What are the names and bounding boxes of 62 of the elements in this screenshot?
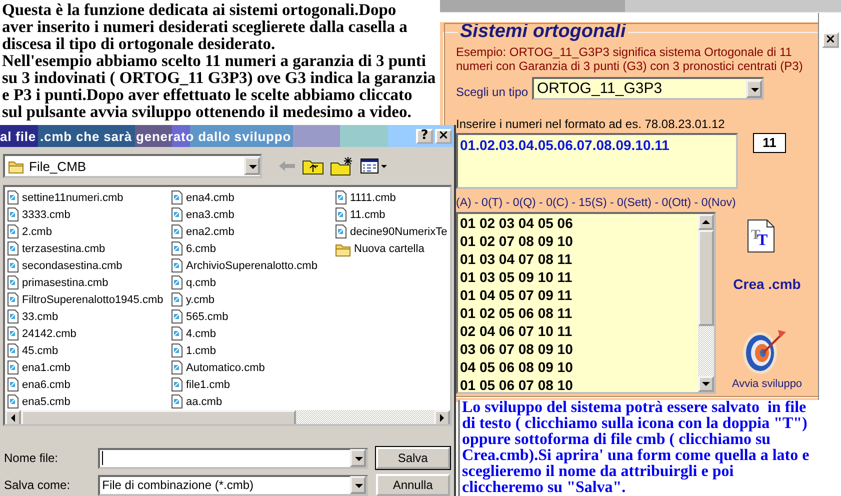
cancel-button[interactable]: Annulla [376, 474, 450, 496]
file-item[interactable]: ena6.cmb [7, 376, 70, 393]
count-field: 11 [753, 133, 786, 153]
file-item[interactable]: 3333.cmb [7, 206, 70, 223]
intro-paragraph: Questa è la funzione dedicata ai sistemi ortogonali.Dopo aver inserito i numeri desiderati sceglierete dalla casella a discesa il tipo di ortogonale desiderato. Nell'esempio abbiamo scelto 11 numeri a garanzia di 3 punti su 3 indovinati ( ORTOG_11 G3P3) ove G3 indica la garanzia e P3 i punti.Dopo aver effettuato le scelte abbiamo cliccato sul pulsante avvia sviluppo ottenendo il medesimo a video. [2, 1, 437, 120]
file-item[interactable]: y.cmb [171, 291, 215, 308]
list-item[interactable]: 02 04 06 07 10 11 [460, 322, 572, 340]
combination-list[interactable]: 01 02 03 04 05 06 01 02 07 08 09 10 01 03 04 07 08 11 01 03 05 09 10 11 01 04 05 07 09 11 01 02 05 06 08 11 02 04 06 07 10 11 03 06 07 08 09 10 04 05 06 08 09 10 01 05 06 07 08 10 [456, 212, 716, 394]
help-button[interactable]: ? [416, 128, 433, 144]
file-item[interactable]: 11.cmb [335, 206, 386, 223]
summary-text: (A) - 0(T) - 0(Q) - 0(C) - 15(S) - 0(Sett) - 0(Ott) - 0(Nov) [456, 197, 737, 209]
file-item[interactable]: Automatico.cmb [171, 359, 265, 376]
file-item[interactable]: ena5.cmb [7, 393, 70, 410]
file-item[interactable]: q.cmb [171, 274, 216, 291]
file-item[interactable]: primasestina.cmb [7, 274, 108, 291]
save-button[interactable]: Salva [376, 447, 450, 469]
file-item[interactable]: ena4.cmb [171, 189, 234, 206]
file-item[interactable]: 1111.cmb [335, 189, 396, 206]
create-cmb-link[interactable]: Crea .cmb [733, 276, 801, 292]
file-item[interactable]: secondasestina.cmb [7, 257, 122, 274]
file-item[interactable]: ena3.cmb [171, 206, 234, 223]
file-item[interactable]: 45.cmb [7, 342, 58, 359]
folder-item[interactable]: Nuova cartella [335, 240, 424, 257]
list-item[interactable]: 01 04 05 07 09 11 [460, 286, 572, 304]
file-item[interactable]: settine11numeri.cmb [7, 189, 124, 206]
file-item[interactable]: 565.cmb [171, 308, 228, 325]
file-item[interactable]: FiltroSuperenalotto1945.cmb [7, 291, 164, 308]
list-item[interactable]: 01 05 06 07 08 10 [460, 376, 573, 392]
list-item[interactable]: 01 03 04 07 08 11 [460, 250, 572, 268]
list-item[interactable]: 03 06 07 08 09 10 [460, 340, 573, 358]
field-label: Salva come: [3, 478, 72, 492]
numbers-label: Inserire i numeri nel formato ad es. 78.08.23.01.12 [456, 117, 726, 131]
close-button[interactable]: × [435, 128, 452, 144]
file-item[interactable]: aa.cmb [171, 393, 222, 410]
group-title: Sistemi ortogonali [459, 22, 627, 42]
file-item[interactable]: ArchivioSuperenalotto.cmb [171, 257, 318, 274]
list-item[interactable]: 01 02 05 06 08 11 [460, 304, 572, 322]
folder-dropdown[interactable]: File_CMB [3, 154, 262, 178]
develop-label[interactable]: Avvia sviluppo [732, 378, 802, 390]
list-item[interactable]: 01 02 07 08 09 10 [460, 232, 573, 250]
file-item[interactable]: ena1.cmb [7, 359, 70, 376]
type-dropdown[interactable]: ORTOG_11_G3P3 [532, 77, 764, 100]
file-item[interactable]: 4.cmb [171, 325, 216, 342]
close-button[interactable]: × [822, 32, 839, 48]
numbers-field[interactable]: 01.02.03.04.05.06.07.08.09.10.11 [456, 133, 738, 189]
example-text: Esempio: ORTOG_11_G3P3 significa sistema Ortogonale di 11 numeri con Garanzia di 3 punti (G3) con 3 pronostici centrati (P3) [456, 45, 804, 73]
list-item[interactable]: 04 05 06 08 09 10 [460, 358, 573, 376]
file-item[interactable]: decine90NumerixTe [335, 223, 448, 240]
window-title: al file .cmb che sarà generato dallo sviluppo [0, 128, 292, 144]
file-item[interactable]: 33.cmb [7, 308, 58, 325]
field-label: Nome file: [3, 451, 60, 465]
type-label: Scegli un tipo [456, 84, 530, 98]
list-item[interactable]: 01 03 05 09 10 11 [460, 268, 572, 286]
file-item[interactable]: 1.cmb [171, 342, 216, 359]
file-item[interactable]: file1.cmb [171, 376, 230, 393]
file-item[interactable]: ena2.cmb [171, 223, 234, 240]
file-item[interactable]: terzasestina.cmb [7, 240, 106, 257]
file-item[interactable]: 24142.cmb [7, 325, 76, 342]
file-item[interactable]: 6.cmb [171, 240, 216, 257]
list-item[interactable]: 01 02 03 04 05 06 [460, 214, 573, 232]
file-item[interactable]: 2.cmb [7, 223, 52, 240]
file-type-dropdown[interactable]: File di combinazione (*.cmb) [98, 474, 368, 496]
